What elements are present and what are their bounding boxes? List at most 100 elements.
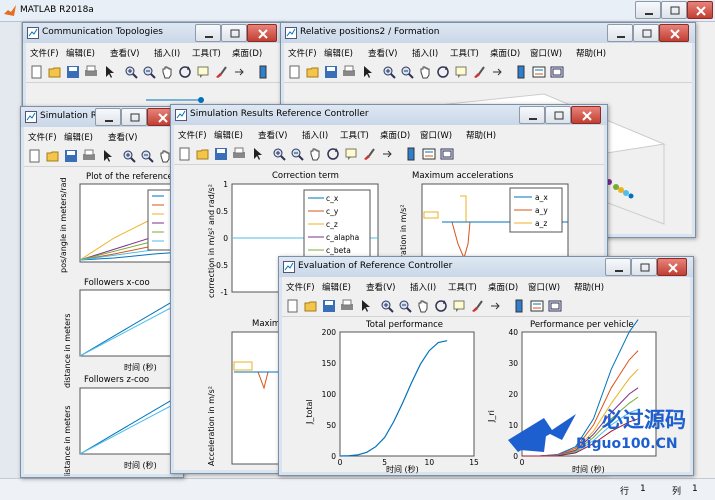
main-maximize-button[interactable] bbox=[661, 1, 687, 19]
zoom-out-icon[interactable] bbox=[400, 65, 414, 79]
pan-icon[interactable] bbox=[308, 147, 322, 161]
menu-help[interactable]: 帮助(H) bbox=[466, 129, 496, 141]
minimize-button[interactable] bbox=[607, 24, 633, 42]
maximize-button[interactable] bbox=[121, 108, 147, 126]
main-minimize-button[interactable] bbox=[635, 1, 661, 19]
menu-view[interactable]: 查看(V) bbox=[368, 47, 397, 59]
menu-file[interactable]: 文件(F) bbox=[28, 131, 57, 143]
window-titlebar[interactable]: Simulation Results Reference Controller bbox=[171, 105, 607, 125]
print-icon[interactable] bbox=[340, 299, 354, 313]
menu-tools[interactable]: 工具(T) bbox=[448, 281, 477, 293]
open-icon[interactable] bbox=[196, 147, 210, 161]
menu-window[interactable]: 窗口(W) bbox=[528, 281, 560, 293]
menu-insert[interactable]: 插入(I) bbox=[410, 281, 436, 293]
save-icon[interactable] bbox=[64, 149, 78, 163]
rotate-icon[interactable] bbox=[326, 147, 340, 161]
zoom-out-icon[interactable] bbox=[398, 299, 412, 313]
open-icon[interactable] bbox=[306, 65, 320, 79]
menu-file[interactable]: 文件(F) bbox=[30, 47, 59, 59]
menu-insert[interactable]: 插入(I) bbox=[412, 47, 438, 59]
pan-icon[interactable] bbox=[160, 65, 174, 79]
window-titlebar[interactable]: Communication Topologies bbox=[23, 23, 283, 43]
open-icon[interactable] bbox=[304, 299, 318, 313]
menu-tools[interactable]: 工具(T) bbox=[192, 47, 221, 59]
maximize-button[interactable] bbox=[631, 258, 657, 276]
colorbar-icon[interactable] bbox=[514, 65, 528, 79]
menu-tools[interactable]: 工具(T) bbox=[450, 47, 479, 59]
menu-edit[interactable]: 编辑(E) bbox=[214, 129, 243, 141]
new-icon[interactable] bbox=[30, 65, 44, 79]
menu-window[interactable]: 窗口(W) bbox=[420, 129, 452, 141]
menu-insert[interactable]: 插入(I) bbox=[154, 47, 180, 59]
window-titlebar[interactable]: Evaluation of Reference Controller bbox=[279, 257, 693, 277]
save-icon[interactable] bbox=[214, 147, 228, 161]
plottools-icon[interactable] bbox=[550, 65, 564, 79]
minimize-button[interactable] bbox=[95, 108, 121, 126]
menu-insert[interactable]: 插入(I) bbox=[302, 129, 328, 141]
link-icon[interactable] bbox=[490, 65, 504, 79]
plottools-icon[interactable] bbox=[440, 147, 454, 161]
colorbar-icon[interactable] bbox=[404, 147, 418, 161]
link-icon[interactable] bbox=[488, 299, 502, 313]
print-icon[interactable] bbox=[84, 65, 98, 79]
zoom-in-icon[interactable] bbox=[122, 149, 136, 163]
pointer-icon[interactable] bbox=[360, 65, 374, 79]
maximize-button[interactable] bbox=[221, 24, 247, 42]
zoom-out-icon[interactable] bbox=[290, 147, 304, 161]
new-icon[interactable] bbox=[28, 149, 42, 163]
pan-icon[interactable] bbox=[418, 65, 432, 79]
maximize-button[interactable] bbox=[545, 106, 571, 124]
brush-icon[interactable] bbox=[472, 65, 486, 79]
datatip-icon[interactable] bbox=[196, 65, 210, 79]
colorbar-icon[interactable] bbox=[256, 65, 270, 79]
zoom-in-icon[interactable] bbox=[124, 65, 138, 79]
save-icon[interactable] bbox=[324, 65, 338, 79]
print-icon[interactable] bbox=[342, 65, 356, 79]
zoom-in-icon[interactable] bbox=[380, 299, 394, 313]
datatip-icon[interactable] bbox=[344, 147, 358, 161]
menu-desktop[interactable]: 桌面(D) bbox=[232, 47, 262, 59]
brush-icon[interactable] bbox=[214, 65, 228, 79]
pointer-icon[interactable] bbox=[358, 299, 372, 313]
menu-desktop[interactable]: 桌面(D) bbox=[380, 129, 410, 141]
menu-view[interactable]: 查看(V) bbox=[366, 281, 395, 293]
new-icon[interactable] bbox=[288, 65, 302, 79]
minimize-button[interactable] bbox=[195, 24, 221, 42]
window-titlebar[interactable]: Relative positions2 / Formation bbox=[281, 23, 695, 43]
legend-icon[interactable] bbox=[532, 65, 546, 79]
save-icon[interactable] bbox=[66, 65, 80, 79]
menu-tools[interactable]: 工具(T) bbox=[340, 129, 369, 141]
open-icon[interactable] bbox=[46, 149, 60, 163]
menu-edit[interactable]: 编辑(E) bbox=[324, 47, 353, 59]
menu-window[interactable]: 窗口(W) bbox=[530, 47, 562, 59]
menu-file[interactable]: 文件(F) bbox=[178, 129, 207, 141]
menu-help[interactable]: 帮助(H) bbox=[574, 281, 604, 293]
close-button[interactable] bbox=[657, 258, 687, 276]
menu-edit[interactable]: 编辑(E) bbox=[64, 131, 93, 143]
rotate-icon[interactable] bbox=[436, 65, 450, 79]
legend-icon[interactable] bbox=[422, 147, 436, 161]
print-icon[interactable] bbox=[232, 147, 246, 161]
pointer-icon[interactable] bbox=[100, 149, 114, 163]
minimize-button[interactable] bbox=[605, 258, 631, 276]
new-icon[interactable] bbox=[286, 299, 300, 313]
menu-file[interactable]: 文件(F) bbox=[286, 281, 315, 293]
menu-edit[interactable]: 编辑(E) bbox=[66, 47, 95, 59]
menu-help[interactable]: 帮助(H) bbox=[576, 47, 606, 59]
minimize-button[interactable] bbox=[519, 106, 545, 124]
pan-icon[interactable] bbox=[416, 299, 430, 313]
link-icon[interactable] bbox=[232, 65, 246, 79]
pointer-icon[interactable] bbox=[102, 65, 116, 79]
close-button[interactable] bbox=[659, 24, 689, 42]
legend-icon[interactable] bbox=[530, 299, 544, 313]
main-close-button[interactable] bbox=[687, 1, 713, 19]
window-titlebar[interactable]: Simulation Results Consensus bbox=[21, 107, 183, 127]
window-simulation-consensus[interactable]: Simulation Results Consensus 文件(F) 编辑(E) 查… bbox=[20, 106, 184, 478]
pointer-icon[interactable] bbox=[250, 147, 264, 161]
brush-icon[interactable] bbox=[362, 147, 376, 161]
rotate-icon[interactable] bbox=[434, 299, 448, 313]
brush-icon[interactable] bbox=[470, 299, 484, 313]
maximize-button[interactable] bbox=[633, 24, 659, 42]
close-button[interactable] bbox=[571, 106, 601, 124]
menu-desktop[interactable]: 桌面(D) bbox=[488, 281, 518, 293]
